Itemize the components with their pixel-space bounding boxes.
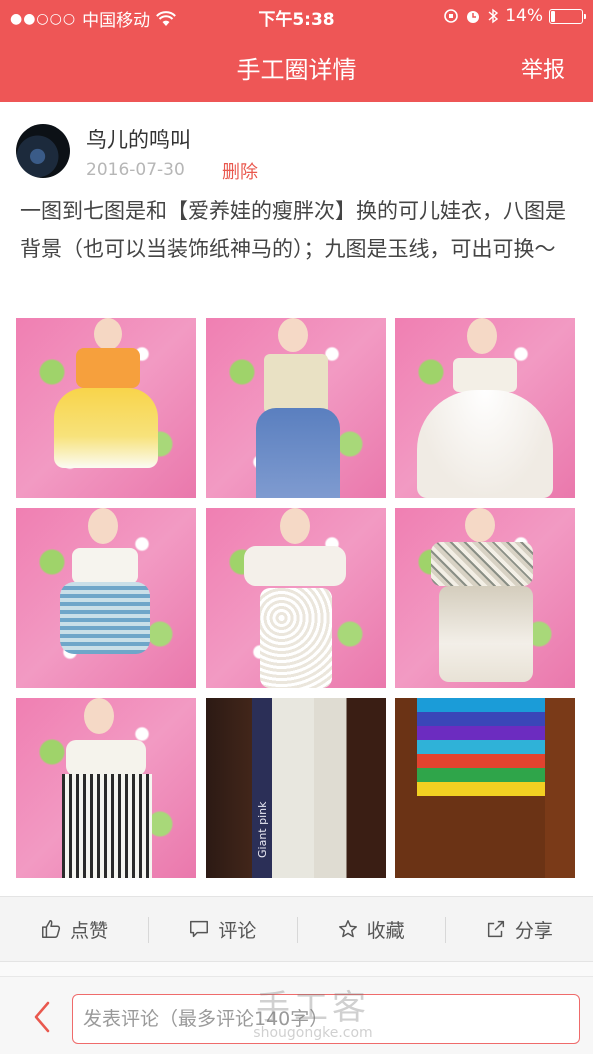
report-button[interactable]: 举报 [521,52,565,84]
comment-icon [190,920,209,938]
photo-doll-floral-lace-dress[interactable] [395,508,575,688]
thumbs-up-icon [42,920,61,938]
photo-doll-white-lace-dress[interactable] [206,508,386,688]
share-icon [487,920,504,938]
favorite-button[interactable]: 收藏 [296,897,445,961]
action-bar: 点赞 评论 收藏 分享 [0,896,593,962]
back-arrow-icon[interactable] [28,999,58,1035]
star-icon [338,920,357,938]
battery-icon [549,8,586,24]
comment-button[interactable]: 评论 [148,897,296,961]
orientation-lock-icon [444,9,459,23]
photo-doll-blue-dress[interactable] [206,318,386,498]
post-date: 2016-07-30 [86,160,185,180]
favorite-label: 收藏 [366,919,405,942]
avatar[interactable] [16,124,70,178]
top-header: ●●○○○ 中国移动 下午5:38 14% 手工圈详情 举报 [0,0,593,102]
paper-roll-label: Giant pink [256,801,269,858]
comment-bar [0,976,593,1054]
status-bar: ●●○○○ 中国移动 下午5:38 14% [0,0,593,34]
battery-fill [551,10,555,22]
like-button[interactable]: 点赞 [0,897,148,961]
share-button[interactable]: 分享 [444,897,593,961]
photo-background-paper-rolls[interactable]: Giant pink [206,698,386,878]
photo-doll-orange-yellow-dress[interactable] [16,318,196,498]
comments-preview [0,962,593,976]
share-label: 分享 [514,919,553,942]
bluetooth-icon [488,8,499,24]
post-content: 一图到七图是和【爱养娃的瘦胖次】换的可儿娃衣，八图是背景（也可以当装饰纸神马的）… [20,199,566,261]
comment-label: 评论 [218,919,257,942]
photo-doll-black-white-striped-dress[interactable] [16,698,196,878]
delete-button[interactable]: 删除 [222,158,258,184]
page-title: 手工圈详情 [236,56,357,84]
photo-doll-white-tulle-dress[interactable] [395,318,575,498]
like-label: 点赞 [70,919,109,942]
alarm-clock-icon [467,11,480,23]
comment-input[interactable] [72,994,580,1044]
photo-grid: Giant pink [16,318,575,878]
author-name[interactable]: 鸟儿的鸣叫 [86,124,191,154]
photo-jade-thread-bundles[interactable] [395,698,575,878]
photo-doll-blue-striped-dress[interactable] [16,508,196,688]
battery-percentage: 14% [505,6,543,26]
